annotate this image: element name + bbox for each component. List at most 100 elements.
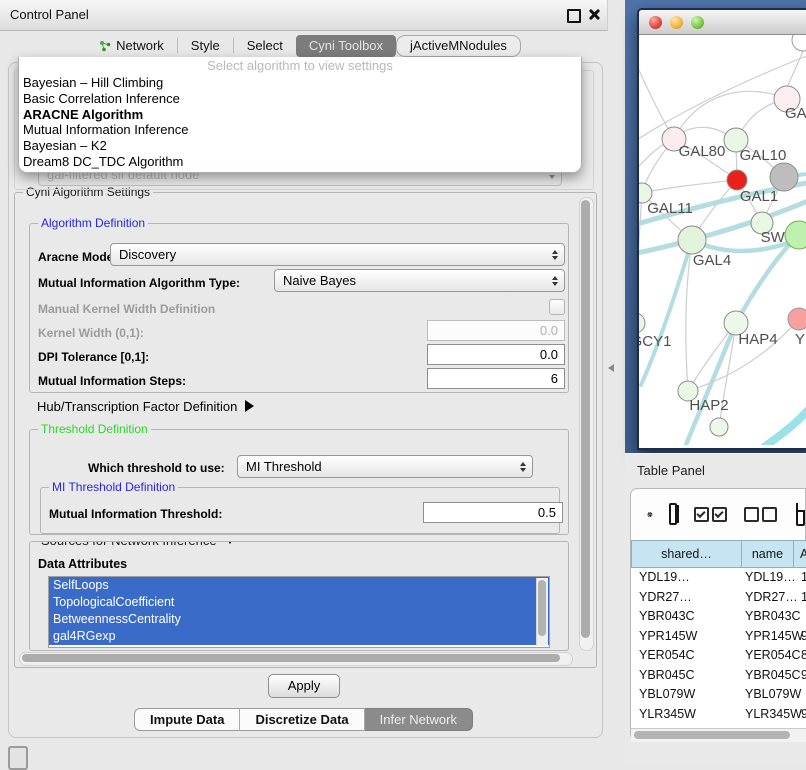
- which-threshold-combo[interactable]: MI Threshold: [237, 455, 533, 478]
- network-icon: [99, 37, 111, 59]
- apply-button[interactable]: Apply: [268, 674, 340, 698]
- which-threshold-value: MI Threshold: [246, 459, 322, 474]
- mi-steps-label: Mutual Information Steps:: [38, 374, 186, 388]
- attribute-item-selfloops[interactable]: SelfLoops: [49, 577, 549, 594]
- settings-horizontal-scrollbar[interactable]: [19, 652, 573, 666]
- panel-title: Control Panel: [10, 7, 89, 22]
- algorithm-option-basic-correlation-inference[interactable]: Basic Correlation Inference: [19, 91, 581, 107]
- network-node-y[interactable]: [788, 308, 806, 330]
- table-cell: YBL079W: [741, 685, 793, 705]
- table-row[interactable]: YER054CYER054C8.: [631, 646, 806, 666]
- algorithm-option-mutual-information-inference[interactable]: Mutual Information Inference: [19, 122, 581, 138]
- table-cell: 8.: [793, 646, 806, 666]
- tab-cyni-toolbox[interactable]: Cyni Toolbox: [296, 35, 396, 57]
- table-cell: YER054C: [631, 646, 741, 666]
- table-cell: 9.: [793, 705, 806, 725]
- algorithm-option-bayesian-k2[interactable]: Bayesian – K2: [19, 138, 581, 154]
- algorithm-option-aracne-algorithm[interactable]: ARACNE Algorithm: [19, 107, 581, 123]
- table-header-a[interactable]: A: [793, 540, 806, 568]
- tab-select[interactable]: Select: [234, 35, 296, 57]
- close-panel-icon[interactable]: [587, 8, 600, 21]
- kernel-width-field[interactable]: 0.0: [427, 320, 565, 341]
- table-horizontal-scrollbar[interactable]: [631, 728, 806, 742]
- table-row[interactable]: YBR043CYBR043C: [631, 607, 806, 627]
- tab-jactivemnodules[interactable]: jActiveMNodules: [396, 35, 521, 57]
- network-canvas[interactable]: GALGAL80GAL10GAL1GAL11SWI4GAL4GCY1HAP4YH…: [639, 35, 806, 445]
- settings-vertical-scrollbar[interactable]: [579, 197, 594, 651]
- bottom-tab-impute-data[interactable]: Impute Data: [134, 708, 239, 731]
- network-node-label: GAL4: [693, 252, 731, 269]
- network-node-gal4[interactable]: [678, 226, 706, 254]
- table-toolbar: [631, 489, 805, 539]
- table-row[interactable]: YPR145WYPR145W9.: [631, 627, 806, 647]
- attributes-scrollbar[interactable]: [536, 578, 548, 646]
- mi-algorithm-type-value: Naive Bayes: [283, 273, 356, 288]
- table-row[interactable]: YDR27…YDR27…12: [631, 588, 806, 608]
- control-panel-titlebar: Control Panel: [0, 0, 608, 31]
- sources-title-row[interactable]: Sources for Network Inference: [38, 541, 239, 548]
- dpi-tolerance-field[interactable]: 0.0: [427, 344, 565, 365]
- attribute-item-topologicalcoefficient[interactable]: TopologicalCoefficient: [49, 594, 549, 611]
- table-cell: YBR045C: [741, 666, 793, 686]
- network-window[interactable]: GALGAL80GAL10GAL1GAL11SWI4GAL4GCY1HAP4YH…: [637, 8, 806, 450]
- table-row[interactable]: YBR045CYBR045C9.: [631, 666, 806, 686]
- network-node-unlabeled[interactable]: [792, 35, 806, 51]
- minimize-window-icon[interactable]: [670, 16, 683, 29]
- bottom-tab-infer-network[interactable]: Infer Network: [365, 708, 473, 731]
- table-panel-title: Table Panel: [637, 463, 705, 478]
- network-node-label: HAP2: [689, 397, 728, 414]
- desktop-area: GALGAL80GAL10GAL1GAL11SWI4GAL4GCY1HAP4YH…: [625, 0, 806, 453]
- network-node-unlabeled[interactable]: [710, 418, 728, 436]
- table-cell: 9.: [793, 666, 806, 686]
- table-header-name[interactable]: name: [741, 540, 793, 568]
- new-table-icon[interactable]: [796, 503, 805, 526]
- table-cell: 12: [793, 588, 806, 608]
- mi-threshold-field[interactable]: 0.5: [423, 502, 563, 523]
- table-cell: YDR27…: [631, 588, 741, 608]
- hub-definition-expander[interactable]: Hub/Transcription Factor Definition: [37, 399, 254, 414]
- manual-kernel-checkbox[interactable]: [549, 299, 565, 315]
- zoom-window-icon[interactable]: [691, 16, 704, 29]
- aracne-mode-combo[interactable]: Discovery: [110, 243, 565, 266]
- table-cell: [793, 685, 806, 705]
- table-row[interactable]: YDL19…YDL19…13: [631, 568, 806, 588]
- bottom-tab-discretize-data[interactable]: Discretize Data: [240, 708, 363, 731]
- aracne-mode-label: Aracne Mode:: [38, 250, 117, 264]
- algorithm-option-bayesian-hill-climbing[interactable]: Bayesian – Hill Climbing: [19, 75, 581, 91]
- network-node-label: GAL1: [740, 188, 778, 205]
- tab-network[interactable]: Network: [86, 35, 177, 57]
- mi-steps-field[interactable]: 6: [427, 368, 565, 389]
- cyni-algorithm-settings-group: Cyni Algorithm Settings Algorithm Defini…: [14, 192, 597, 668]
- attribute-item-betweennesscentrality[interactable]: BetweennessCentrality: [49, 611, 549, 628]
- mi-algorithm-type-combo[interactable]: Naive Bayes: [274, 269, 565, 292]
- deselect-all-columns-icon[interactable]: [744, 507, 777, 522]
- table-header-shared[interactable]: shared…: [631, 540, 741, 568]
- combo-stepper-icon: [552, 276, 558, 286]
- column-browser-icon[interactable]: [669, 503, 678, 525]
- algorithm-dropdown-placeholder: Select algorithm to view settings: [19, 57, 581, 75]
- table-cell: YBR043C: [631, 607, 741, 627]
- table-row[interactable]: YLR345WYLR345W9.: [631, 705, 806, 725]
- close-window-icon[interactable]: [649, 16, 662, 29]
- hub-definition-label: Hub/Transcription Factor Definition: [37, 399, 237, 414]
- network-node-unlabeled[interactable]: [770, 163, 798, 191]
- threshold-definition-group: Threshold Definition Which threshold to …: [29, 429, 569, 535]
- table-panel-card: shared…nameA YDL19…YDL19…13YDR27…YDR27…1…: [630, 488, 806, 741]
- collapsed-panel-icon[interactable]: [8, 746, 28, 770]
- table-row[interactable]: YBL079WYBL079W: [631, 685, 806, 705]
- gear-icon[interactable]: [647, 505, 653, 524]
- control-panel: Control Panel Network Style SelectCyni Too…: [0, 0, 625, 762]
- table-cell: 13: [793, 568, 806, 588]
- table-cell: YBR043C: [741, 607, 793, 627]
- network-node-label: GCY1: [639, 333, 671, 350]
- network-node-gcy1[interactable]: [639, 313, 645, 333]
- algorithm-option-dream8-dc-tdc-algorithm[interactable]: Dream8 DC_TDC Algorithm: [19, 154, 581, 170]
- select-all-columns-icon[interactable]: [694, 507, 727, 522]
- splitter-collapse-handle[interactable]: [608, 364, 614, 372]
- which-threshold-label: Which threshold to use:: [88, 461, 225, 475]
- network-node-gal1[interactable]: [727, 170, 747, 190]
- tab-label: Style: [191, 38, 220, 53]
- attribute-item-gal4rgexp[interactable]: gal4RGexp: [49, 628, 549, 645]
- tab-style[interactable]: Style: [178, 35, 233, 57]
- float-panel-icon[interactable]: [567, 9, 581, 23]
